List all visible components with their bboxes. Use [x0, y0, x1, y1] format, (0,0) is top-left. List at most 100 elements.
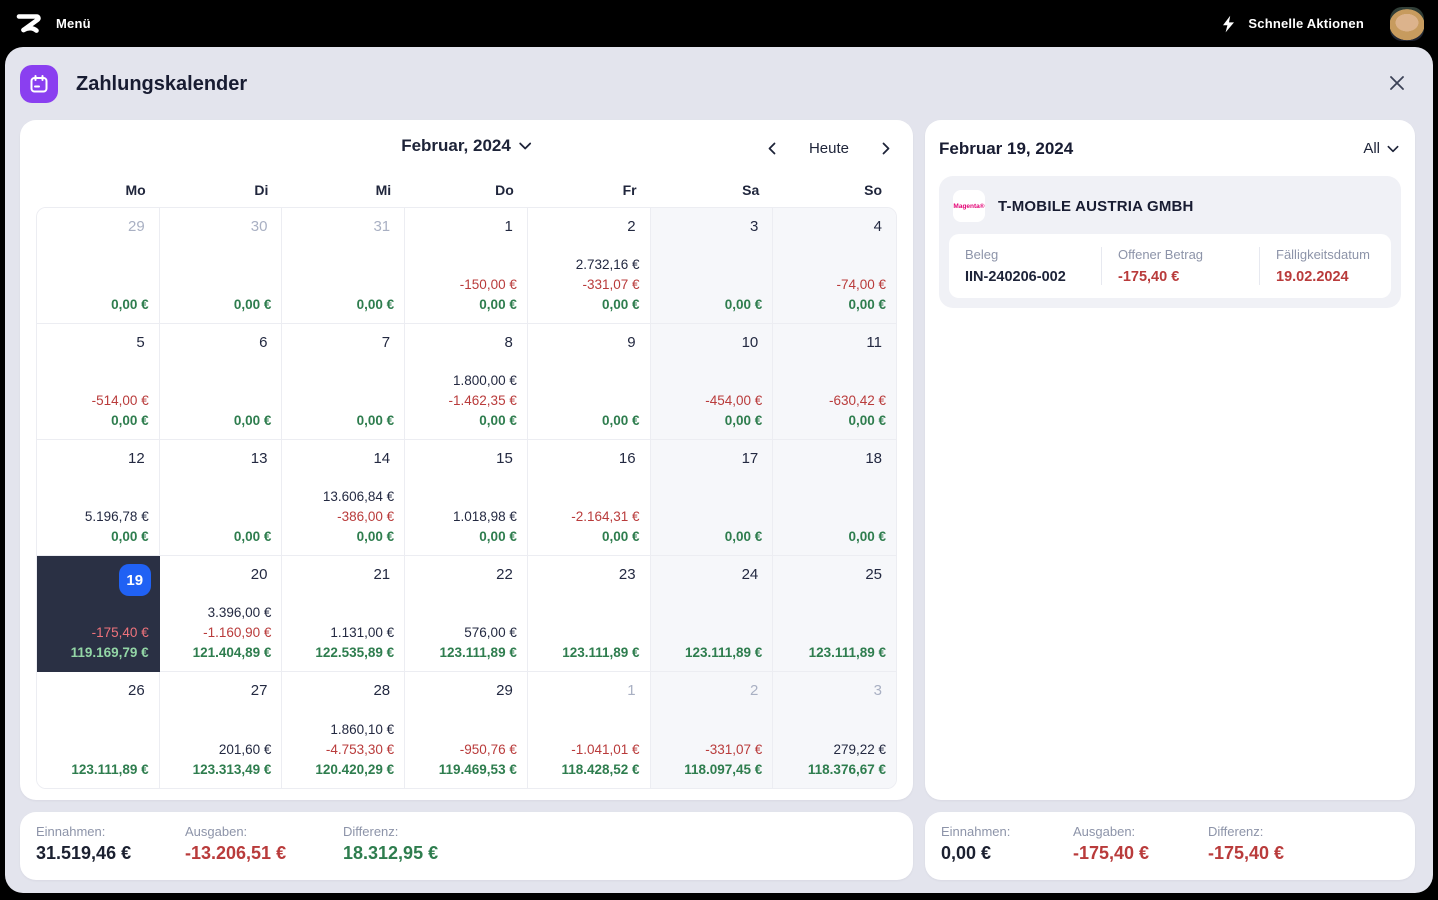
- calendar-day-12[interactable]: 12 5.196,78 € 0,00 €: [37, 440, 160, 556]
- summary-value: 0,00 €: [941, 843, 992, 863]
- calendar-day-13[interactable]: 13 0,00 €: [159, 440, 283, 556]
- calendar-day-3-adjacent[interactable]: 3 279,22 € 118.376,67 €: [773, 672, 896, 788]
- calendar-day-23[interactable]: 23 123.111,89 €: [527, 556, 651, 672]
- quick-actions-label: Schnelle Aktionen: [1248, 16, 1364, 31]
- day-number: 25: [865, 566, 882, 583]
- day-details-panel: Februar 19, 2024 All Magenta® T-MOBILE A…: [925, 120, 1415, 800]
- month-summary-card: Einnahmen: 31.519,46 € Ausgaben: -13.206,51…: [20, 812, 913, 880]
- quick-actions-button[interactable]: Schnelle Aktionen: [1221, 15, 1364, 33]
- menu-button[interactable]: Menü: [14, 11, 91, 37]
- calendar-panel: Februar, 2024 Heute Mo Di Mi Do Fr Sa So…: [20, 120, 913, 800]
- day-number: 9: [627, 334, 636, 351]
- user-avatar[interactable]: [1390, 6, 1424, 41]
- amount-expense: -386,00 €: [337, 509, 395, 524]
- day-number: 3: [873, 682, 882, 699]
- calendar-day-15[interactable]: 15 1.018,98 € 0,00 €: [405, 440, 528, 556]
- amount-balance: 118.376,67 €: [807, 762, 886, 777]
- next-month-button[interactable]: [871, 134, 901, 162]
- calendar-day-2[interactable]: 2 2.732,16 € -331,07 € 0,00 €: [527, 208, 651, 324]
- vendor-fields: Beleg IIN-240206-002 Offener Betrag -175,40…: [949, 234, 1391, 298]
- close-button[interactable]: [1385, 71, 1409, 95]
- day-number: 1: [627, 682, 636, 699]
- calendar-day-25[interactable]: 25 123.111,89 €: [773, 556, 896, 672]
- calendar-day-24[interactable]: 24 123.111,89 €: [650, 556, 774, 672]
- day-amounts: 123.111,89 €: [685, 643, 762, 663]
- day-amounts: 5.196,78 € 0,00 €: [85, 507, 149, 547]
- amount-expense: -1.462,35 €: [448, 393, 517, 408]
- calendar-day-22[interactable]: 22 576,00 € 123.111,89 €: [405, 556, 528, 672]
- day-amounts: 0,00 €: [725, 527, 763, 547]
- calendar-day-18[interactable]: 18 0,00 €: [773, 440, 896, 556]
- filter-dropdown[interactable]: All: [1363, 140, 1399, 157]
- vendor-field: Offener Betrag -175,40 €: [1101, 247, 1259, 285]
- chevron-down-icon: [1387, 145, 1399, 152]
- calendar-day-17[interactable]: 17 0,00 €: [650, 440, 774, 556]
- amount-income: 279,22 €: [833, 742, 886, 757]
- amount-income: 2.732,16 €: [575, 257, 640, 272]
- calendar-day-14[interactable]: 14 13.606,84 € -386,00 € 0,00 €: [282, 440, 406, 556]
- chevron-left-icon: [768, 142, 776, 154]
- calendar-day-4[interactable]: 4 -74,00 € 0,00 €: [773, 208, 896, 324]
- day-number: 15: [496, 450, 513, 467]
- day-number: 4: [873, 218, 882, 235]
- calendar-day-31-adjacent[interactable]: 31 0,00 €: [282, 208, 406, 324]
- calendar-day-21[interactable]: 21 1.131,00 € 122.535,89 €: [282, 556, 406, 672]
- today-button[interactable]: Heute: [787, 136, 871, 161]
- summary-label: Ausgaben:: [1073, 824, 1136, 839]
- calendar-day-6[interactable]: 6 0,00 €: [159, 324, 283, 440]
- calendar-day-26[interactable]: 26 123.111,89 €: [37, 672, 160, 788]
- amount-expense: -331,07 €: [582, 277, 640, 292]
- calendar-day-29-adjacent[interactable]: 29 0,00 €: [37, 208, 160, 324]
- vendor-card[interactable]: Magenta® T-MOBILE AUSTRIA GMBH Beleg IIN-…: [939, 176, 1401, 308]
- amount-balance: 0,00 €: [848, 297, 886, 312]
- prev-month-button[interactable]: [757, 134, 787, 162]
- calendar-day-11[interactable]: 11 -630,42 € 0,00 €: [773, 324, 896, 440]
- calendar-day-16[interactable]: 16 -2.164,31 € 0,00 €: [527, 440, 651, 556]
- day-number: 30: [250, 218, 268, 235]
- day-amounts: 0,00 €: [357, 411, 395, 431]
- amount-balance: 0,00 €: [356, 297, 395, 312]
- month-dropdown[interactable]: Februar, 2024: [401, 136, 532, 156]
- amount-balance: 0,00 €: [233, 297, 272, 312]
- calendar-day-8[interactable]: 8 1.800,00 € -1.462,35 € 0,00 €: [405, 324, 528, 440]
- day-amounts: 0,00 €: [357, 295, 395, 315]
- calendar-day-19[interactable]: 19 -175,40 € 119.169,79 €: [37, 556, 160, 672]
- amount-expense: -331,07 €: [705, 742, 763, 757]
- day-amounts: 0,00 €: [234, 411, 272, 431]
- calendar-day-9[interactable]: 9 0,00 €: [527, 324, 651, 440]
- day-number: 10: [741, 334, 759, 351]
- close-icon: [1390, 76, 1404, 90]
- day-amounts: -1.041,01 € 118.428,52 €: [561, 740, 639, 780]
- calendar-day-2-adjacent[interactable]: 2 -331,07 € 118.097,45 €: [650, 672, 774, 788]
- field-value: -175,40 €: [1118, 269, 1180, 285]
- calendar-day-10[interactable]: 10 -454,00 € 0,00 €: [650, 324, 774, 440]
- calendar-day-1-adjacent[interactable]: 1 -1.041,01 € 118.428,52 €: [527, 672, 651, 788]
- amount-expense: -74,00 €: [836, 277, 886, 292]
- calendar-day-28[interactable]: 28 1.860,10 € -4.753,30 € 120.420,29 €: [282, 672, 406, 788]
- summary-item: Differenz: 18.312,95 €: [343, 824, 438, 864]
- selected-date-title: Februar 19, 2024: [939, 139, 1074, 158]
- summary-value: -175,40 €: [1208, 843, 1285, 863]
- magenta-logo-icon: Magenta®: [953, 190, 985, 222]
- amount-balance: 0,00 €: [111, 297, 149, 312]
- calendar-day-20[interactable]: 20 3.396,00 € -1.160,90 € 121.404,89 €: [159, 556, 283, 672]
- day-number: 14: [373, 450, 391, 467]
- summary-item: Ausgaben: -13.206,51 €: [185, 824, 343, 864]
- calendar-day-30-adjacent[interactable]: 30 0,00 €: [159, 208, 283, 324]
- calendar-day-1[interactable]: 1 -150,00 € 0,00 €: [405, 208, 528, 324]
- amount-income: 1.018,98 €: [453, 509, 517, 524]
- summary-item: Differenz: -175,40 €: [1208, 824, 1284, 864]
- calendar-day-3[interactable]: 3 0,00 €: [650, 208, 774, 324]
- calendar-day-7[interactable]: 7 0,00 €: [282, 324, 406, 440]
- day-number: 26: [128, 682, 145, 699]
- day-number: 2: [627, 218, 636, 235]
- calendar-day-5[interactable]: 5 -514,00 € 0,00 €: [37, 324, 160, 440]
- amount-balance: 123.111,89 €: [71, 762, 149, 777]
- amount-balance: 121.404,89 €: [192, 645, 272, 660]
- calendar-day-29[interactable]: 29 -950,76 € 119.469,53 €: [405, 672, 528, 788]
- calendar-day-27[interactable]: 27 201,60 € 123.313,49 €: [159, 672, 283, 788]
- page-title: Zahlungskalender: [76, 73, 248, 95]
- day-number: 3: [749, 218, 759, 235]
- amount-income: 13.606,84 €: [322, 489, 395, 504]
- amount-balance: 0,00 €: [602, 529, 640, 544]
